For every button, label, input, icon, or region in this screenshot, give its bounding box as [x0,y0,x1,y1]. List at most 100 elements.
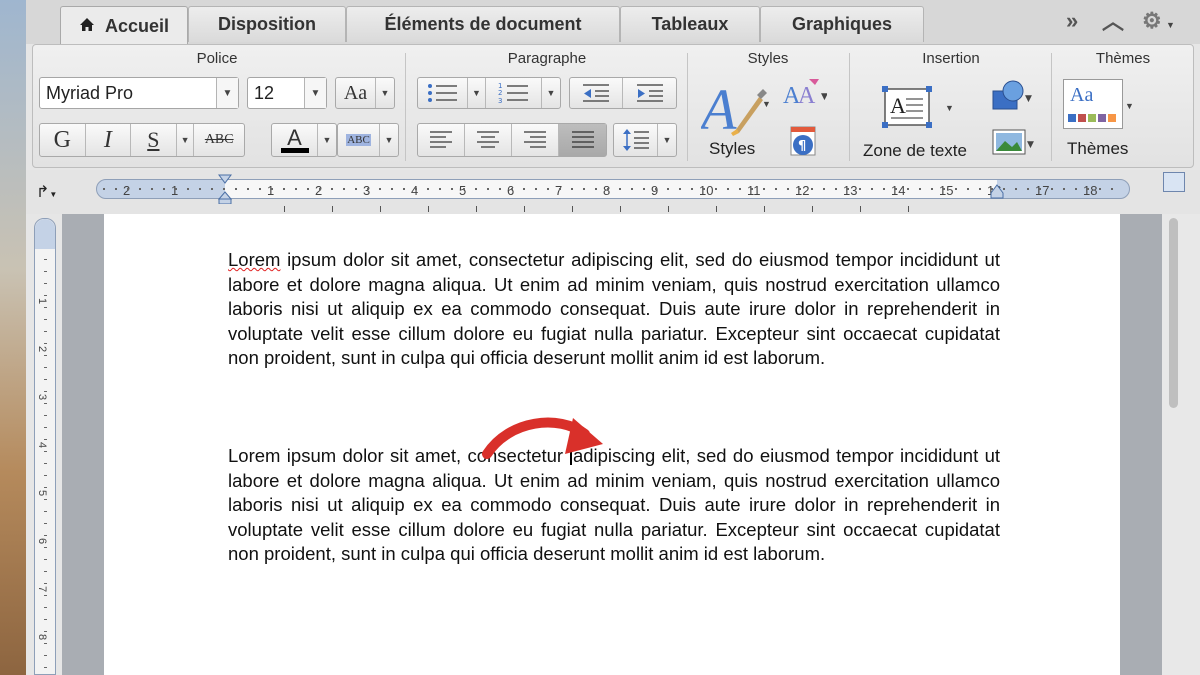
group-title-paragraphe: Paragraphe [507,50,587,67]
justify-icon[interactable] [559,124,606,156]
font-format-buttons: G I S ▼ ABC [39,123,245,157]
style-pane-icon[interactable]: ¶ [785,125,823,159]
ruler-tick-mark [955,188,957,190]
font-color-dropdown-icon[interactable]: ▼ [318,124,336,156]
vertical-ruler-mark [44,511,47,512]
more-tabs-icon[interactable]: » [1066,8,1078,34]
ruler-tick-mark [1075,188,1077,190]
ruler-tick-mark [583,188,585,190]
collapse-ribbon-icon[interactable]: ︿ [1102,4,1124,36]
list-buttons: ▼ 123 ▼ [417,77,561,109]
ruler-tick-mark [343,188,345,190]
tab-stop-selector-icon[interactable]: ↱▼ [36,182,57,202]
svg-text:▼: ▼ [1025,94,1032,104]
first-line-indent-marker[interactable] [217,174,233,209]
numbered-list-dropdown-icon[interactable]: ▼ [542,78,560,108]
vertical-ruler-mark [44,379,47,380]
change-case-caret-icon: ▼ [380,88,390,98]
ruler-tick-mark [691,188,693,190]
text-box-dropdown-icon[interactable]: ▼ [945,103,954,113]
strikethrough-button[interactable]: ABC [194,124,244,156]
line-spacing-dropdown-icon[interactable]: ▼ [658,124,676,156]
ruler-tick-label: 12 [795,183,810,198]
svg-text:¶: ¶ [798,139,806,154]
vertical-ruler-mark [44,607,47,608]
vertical-ruler-mark [44,619,47,620]
font-size-dropdown-icon[interactable]: ▼ [304,78,326,108]
text-box-icon[interactable]: A [879,85,935,131]
right-indent-marker[interactable] [990,183,1004,204]
ruler-tick-label: 6 [507,183,515,198]
ruler-tick-label: 1 [267,183,275,198]
tab-disposition[interactable]: Disposition [188,6,346,42]
vertical-ruler-mark [44,331,47,332]
themes-gallery-icon[interactable]: Aa [1063,79,1123,129]
styles-dropdown-icon[interactable]: ▼ [762,99,771,109]
tab-graphiques[interactable]: Graphiques [760,6,924,42]
tab-label: Éléments de document [384,14,582,34]
vertical-ruler-mark [44,439,47,440]
vertical-scrollbar[interactable] [1162,214,1200,675]
misspelled-word[interactable]: Lorem [228,249,280,270]
bullet-list-icon[interactable] [418,78,468,108]
shapes-icon[interactable]: ▼ [989,79,1035,113]
font-name-field[interactable]: Myriad Pro ▼ [39,77,239,109]
bold-button[interactable]: G [40,124,86,156]
settings-caret-icon[interactable]: ▼ [1166,20,1175,30]
italic-button[interactable]: I [86,124,132,156]
ruler-tick-mark [919,188,921,190]
ruler-tick-mark [547,188,549,190]
ruler-tick-mark [391,188,393,190]
highlight-dropdown-icon[interactable]: ▼ [380,124,398,156]
paragraph-2[interactable]: Lorem ipsum dolor sit amet, consectetur … [228,444,1000,567]
picture-icon[interactable]: ▼ [991,127,1037,157]
themes-dropdown-icon[interactable]: ▼ [1125,101,1134,111]
ruler-tick-label: 17 [1035,183,1050,198]
paragraph-1[interactable]: Lorem ipsum dolor sit amet, consectetur … [228,248,1000,371]
styles-gallery-icon[interactable]: A [697,75,769,142]
scrollbar-thumb[interactable] [1169,218,1178,408]
underline-dropdown-icon[interactable]: ▼ [177,124,195,156]
indent-buttons [569,77,677,109]
vertical-ruler[interactable]: 1 2 3 4 5 6 7 8 [34,218,56,675]
font-color-button[interactable]: A ▼ [271,123,337,157]
svg-text:A: A [701,77,737,137]
ruler-tick-label: 15 [939,183,954,198]
align-center-icon[interactable] [465,124,512,156]
text-box-button-label[interactable]: Zone de texte [863,141,967,161]
ruler-tick-mark [511,188,513,190]
view-toggle-icon[interactable] [1163,172,1185,192]
decrease-indent-icon[interactable] [570,78,624,108]
bullet-list-dropdown-icon[interactable]: ▼ [468,78,486,108]
tab-tableaux[interactable]: Tableaux [620,6,760,42]
font-color-letter: A [287,124,302,150]
ruler-tick-label: 2 [123,183,131,198]
font-name-dropdown-icon[interactable]: ▼ [216,78,238,108]
tab-accueil[interactable]: Accueil [60,6,188,46]
align-left-icon[interactable] [418,124,465,156]
settings-gear-icon[interactable]: ⚙ [1142,8,1162,34]
desktop-background [0,0,26,675]
highlight-button[interactable]: ABC ▼ [337,123,399,157]
underline-button[interactable]: S [131,124,177,156]
numbered-list-icon[interactable]: 123 [486,78,542,108]
tab-elements-de-document[interactable]: Éléments de document [346,6,620,42]
change-case-button[interactable]: Aa ▼ [335,77,395,109]
line-spacing-button[interactable]: ▼ [613,123,677,157]
styles-button-label[interactable]: Styles [709,139,755,159]
vertical-ruler-mark [44,631,47,632]
align-right-icon[interactable] [512,124,559,156]
ruler-tick-mark [871,188,873,190]
document-page[interactable]: Lorem ipsum dolor sit amet, consectetur … [104,214,1120,675]
vertical-ruler-mark [44,463,47,464]
horizontal-ruler[interactable]: 21123456789101112131415161718 [96,174,1130,205]
svg-text:▼: ▼ [821,92,827,102]
line-spacing-icon [614,124,658,156]
vertical-ruler-mark [44,535,47,536]
font-size-field[interactable]: 12 ▼ [247,77,327,109]
ruler-tick-label: 5 [459,183,467,198]
increase-indent-icon[interactable] [623,78,676,108]
change-styles-icon[interactable]: A A ▼ [783,77,828,111]
themes-button-label[interactable]: Thèmes [1067,139,1128,159]
ruler-tick-mark [463,188,465,190]
